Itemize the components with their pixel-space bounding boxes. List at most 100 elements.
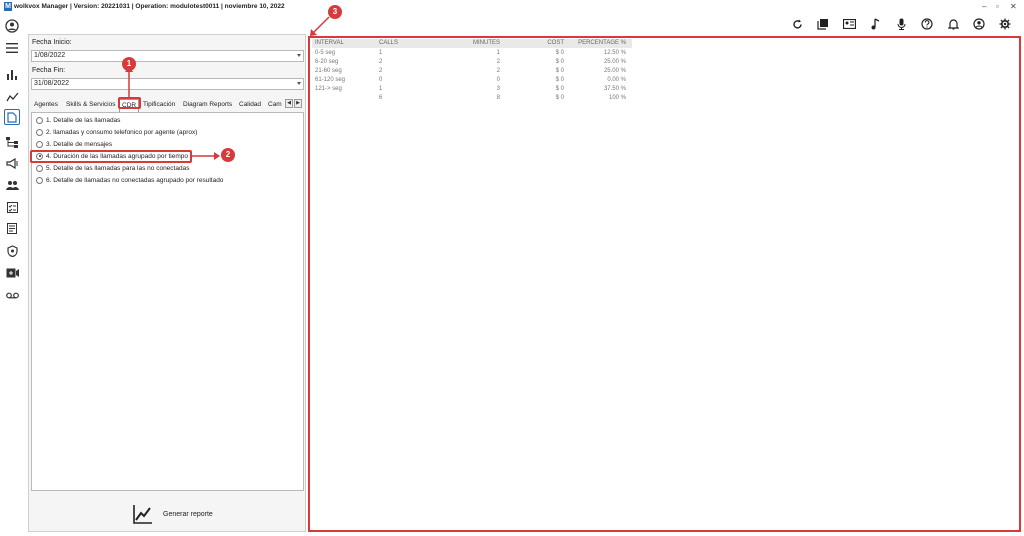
results-grid: INTERVAL CALLS MINUTES COST PERCENTAGE %… xyxy=(308,36,1021,532)
left-nav xyxy=(0,14,24,536)
cell-percentage: 0.00 % xyxy=(607,77,626,83)
col-minutes[interactable]: MINUTES xyxy=(473,40,500,46)
option-llamadas-consumo[interactable]: 2. llamadas y consumo telefonico por age… xyxy=(36,127,197,137)
option-no-conectadas[interactable]: 5. Detalle de las llamadas para las no c… xyxy=(36,163,189,173)
account-icon[interactable] xyxy=(972,17,986,31)
trend-chart-icon xyxy=(133,505,152,524)
report-tabs: Agentes Skills & Servicios CDR Tipificac… xyxy=(31,99,304,112)
library-icon[interactable] xyxy=(816,17,830,31)
top-toolbar xyxy=(788,14,1018,34)
radio-button[interactable] xyxy=(36,116,43,124)
cell-percentage: 25.00 % xyxy=(603,68,626,74)
cell-calls: 2 xyxy=(379,59,383,65)
fecha-inicio-label: Fecha Inicio: xyxy=(32,39,72,46)
window-title: wolkvox Manager | Version: 20221031 | Op… xyxy=(14,3,285,10)
option-detalle-mensajes[interactable]: 3. Detalle de mensajes xyxy=(36,139,112,149)
notifications-bell-icon[interactable] xyxy=(946,17,960,31)
option-label: 2. llamadas y consumo telefonico por age… xyxy=(46,128,198,136)
cell-interval: 61-120 seg xyxy=(315,77,346,83)
radio-button[interactable] xyxy=(36,140,43,148)
cell-calls: 6 xyxy=(379,95,383,101)
radio-button[interactable] xyxy=(36,176,43,184)
chevron-down-icon[interactable] xyxy=(297,82,301,85)
report-options-panel: Fecha Inicio: 1/08/2022 Fecha Fin: 31/08… xyxy=(28,34,306,532)
document-list-icon[interactable] xyxy=(4,220,20,236)
cell-cost: $ 0 xyxy=(555,68,564,74)
radio-button[interactable] xyxy=(36,164,43,172)
tab-skills-servicios[interactable]: Skills & Servicios xyxy=(66,101,115,108)
cell-minutes: 2 xyxy=(496,59,500,65)
cell-minutes: 2 xyxy=(496,68,500,74)
tab-scroll-left-icon[interactable]: ◀ xyxy=(285,99,293,108)
cell-calls: 2 xyxy=(379,68,383,74)
tab-tipificacion[interactable]: Tipificación xyxy=(143,101,175,108)
radio-button[interactable] xyxy=(36,128,43,136)
microphone-icon[interactable] xyxy=(894,17,908,31)
option-detalle-llamadas[interactable]: 1. Detalle de las llamadas xyxy=(36,115,120,125)
annotation-badge-1: 1 xyxy=(122,57,136,71)
title-bar: M wolkvox Manager | Version: 20221031 | … xyxy=(0,0,1024,14)
col-percentage[interactable]: PERCENTAGE % xyxy=(578,40,626,46)
generate-report-label: Generar reporte xyxy=(163,510,213,518)
fecha-inicio-input[interactable]: 1/08/2022 xyxy=(31,50,304,62)
settings-gear-icon[interactable] xyxy=(998,17,1012,31)
fecha-inicio-value: 1/08/2022 xyxy=(34,52,66,59)
cell-minutes: 1 xyxy=(496,50,500,56)
fecha-fin-input[interactable]: 31/08/2022 xyxy=(31,78,304,90)
cell-interval: 6-20 seg xyxy=(315,59,339,65)
table-row[interactable]: 121-> seg 1 3 $ 0 37.50 % xyxy=(312,86,632,94)
music-note-icon[interactable] xyxy=(868,17,882,31)
cell-percentage: 25.00 % xyxy=(603,59,626,65)
hierarchy-icon[interactable] xyxy=(4,134,20,150)
cell-interval: 121-> seg xyxy=(315,86,342,92)
table-row[interactable]: 0-5 seg 1 1 $ 0 12.50 % xyxy=(312,50,632,58)
generate-report-button[interactable]: Generar reporte xyxy=(133,503,213,525)
tab-campanas[interactable]: Cam xyxy=(268,101,284,108)
fecha-fin-label: Fecha Fin: xyxy=(32,67,66,74)
bar-chart-icon[interactable] xyxy=(4,66,20,82)
chevron-down-icon[interactable] xyxy=(297,54,301,57)
table-row[interactable]: 21-60 seg 2 2 $ 0 25.00 % xyxy=(312,68,632,76)
cell-cost: $ 0 xyxy=(555,86,564,92)
col-interval[interactable]: INTERVAL xyxy=(315,40,344,46)
option-no-conectadas-resultado[interactable]: 6. Detalle de llamadas no conectadas agr… xyxy=(36,175,223,185)
video-add-icon[interactable] xyxy=(4,265,20,281)
option-label: 6. Detalle de llamadas no conectadas agr… xyxy=(46,176,224,184)
contact-card-icon[interactable] xyxy=(842,17,856,31)
option-label: 5. Detalle de las llamadas para las no c… xyxy=(46,164,190,172)
voicemail-icon[interactable] xyxy=(4,287,20,303)
cdr-tab-highlight xyxy=(118,97,141,109)
help-icon[interactable] xyxy=(920,17,934,31)
tab-scroll-right-icon[interactable]: ▶ xyxy=(294,99,302,108)
cell-percentage: 12.50 % xyxy=(603,50,626,56)
user-avatar-icon[interactable] xyxy=(4,18,20,34)
reports-icon[interactable] xyxy=(4,109,20,125)
col-calls[interactable]: CALLS xyxy=(379,40,398,46)
cell-cost: $ 0 xyxy=(555,59,564,65)
cell-percentage: 100 % xyxy=(608,95,626,101)
app-logo: M xyxy=(4,2,12,11)
users-group-icon[interactable] xyxy=(4,177,20,193)
refresh-icon[interactable] xyxy=(790,17,804,31)
tab-calidad[interactable]: Calidad xyxy=(239,101,261,108)
tab-diagram-reports[interactable]: Diagram Reports xyxy=(183,101,232,108)
cell-percentage: 37.50 % xyxy=(603,86,626,92)
checklist-icon[interactable] xyxy=(4,199,20,215)
campaign-icon[interactable] xyxy=(4,155,20,171)
close-button[interactable]: ✕ xyxy=(1010,2,1017,11)
col-cost[interactable]: COST xyxy=(547,40,564,46)
table-row-total[interactable]: 6 8 $ 0 100 % xyxy=(312,95,632,103)
cell-interval: 0-5 seg xyxy=(315,50,336,56)
restore-button[interactable]: ▫ xyxy=(996,2,999,11)
table-row[interactable]: 6-20 seg 2 2 $ 0 25.00 % xyxy=(312,59,632,67)
analytics-icon[interactable] xyxy=(4,88,20,104)
table-row[interactable]: 61-120 seg 0 0 $ 0 0.00 % xyxy=(312,77,632,85)
report-option-list: 1. Detalle de las llamadas 2. llamadas y… xyxy=(31,112,304,491)
menu-icon[interactable] xyxy=(4,40,20,56)
minimize-button[interactable]: – xyxy=(982,2,986,11)
cell-minutes: 0 xyxy=(496,77,500,83)
tab-agentes[interactable]: Agentes xyxy=(34,101,58,108)
security-shield-icon[interactable] xyxy=(4,243,20,259)
annotation-arrow-2 xyxy=(192,152,220,160)
cell-calls: 0 xyxy=(379,77,383,83)
